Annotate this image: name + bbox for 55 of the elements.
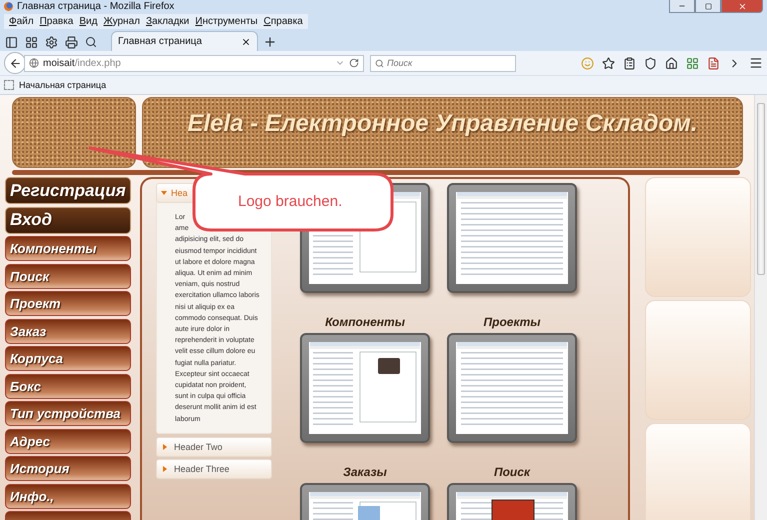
- screenshot-frame[interactable]: [447, 183, 577, 293]
- nav-button[interactable]: Инфо.,: [5, 484, 131, 508]
- menu-item[interactable]: Инструменты: [192, 16, 261, 27]
- tab-title: Главная страница: [118, 36, 202, 47]
- browser-tab[interactable]: Главная страница: [111, 31, 258, 51]
- tooltip-text: Logo brauchen.: [238, 193, 342, 210]
- back-arrow-icon: [8, 56, 22, 70]
- search-field[interactable]: Поиск: [370, 54, 516, 72]
- menu-item[interactable]: Закладки: [142, 16, 192, 27]
- shield-icon[interactable]: [644, 56, 657, 70]
- star-icon[interactable]: [602, 56, 615, 70]
- address-field[interactable]: moisait/index.php: [24, 54, 364, 72]
- bookmark-link[interactable]: Начальная страница: [4, 80, 106, 90]
- nav-button[interactable]: Вход: [5, 206, 131, 234]
- gallery-caption: Поиск: [492, 465, 532, 479]
- accordion-header[interactable]: Header Two: [156, 436, 272, 457]
- nav-button[interactable]: Проект: [5, 291, 131, 316]
- nav-button[interactable]: Бокс: [5, 374, 131, 398]
- menu-item[interactable]: Вид: [76, 16, 100, 27]
- scrollbar[interactable]: [754, 95, 767, 520]
- menu-item[interactable]: Справка: [260, 16, 306, 27]
- search-icon: [375, 58, 384, 68]
- browser-logo-icon: [4, 2, 13, 11]
- nav-button[interactable]: Адрес: [5, 428, 131, 454]
- back-button[interactable]: [4, 52, 26, 74]
- menu-item[interactable]: Правка: [36, 16, 76, 27]
- gallery-caption: Заказы: [342, 465, 388, 479]
- screenshot-frame[interactable]: [447, 333, 577, 443]
- nav-button[interactable]: Регистрация: [5, 177, 131, 204]
- site-title: Elela - Електронное Управление Складом.: [187, 110, 698, 138]
- nav-button[interactable]: Заказ: [5, 318, 131, 344]
- nav-button[interactable]: Поиск: [5, 264, 131, 288]
- close-icon: [738, 2, 746, 10]
- gallery-caption: Компоненты: [324, 315, 406, 329]
- maximize-button[interactable]: [695, 0, 721, 13]
- screenshot-frame[interactable]: [300, 333, 430, 443]
- menu-item[interactable]: Файл: [6, 16, 37, 27]
- home-icon[interactable]: [665, 56, 678, 70]
- reload-icon[interactable]: [349, 58, 359, 68]
- nav-button[interactable]: Корпуса: [5, 346, 131, 371]
- search-input[interactable]: Поиск: [387, 58, 507, 68]
- nav-button[interactable]: История: [5, 456, 131, 481]
- window-title: Главная страница - Mozilla Firefox: [17, 1, 176, 12]
- menu-item[interactable]: Журнал: [100, 16, 143, 27]
- gallery-caption: Проекты: [482, 315, 542, 329]
- clipboard-icon[interactable]: [623, 56, 636, 70]
- menu-icon[interactable]: [749, 56, 763, 70]
- maximize-icon: [704, 2, 712, 10]
- nav-button[interactable]: Тип устройства: [5, 401, 131, 426]
- document-icon[interactable]: [707, 56, 720, 70]
- globe-icon: [29, 58, 39, 68]
- accordion-header[interactable]: Header Three: [156, 458, 272, 479]
- minimize-button[interactable]: [669, 0, 695, 13]
- close-icon[interactable]: [241, 36, 251, 46]
- nav-button[interactable]: Компоненты: [5, 236, 131, 261]
